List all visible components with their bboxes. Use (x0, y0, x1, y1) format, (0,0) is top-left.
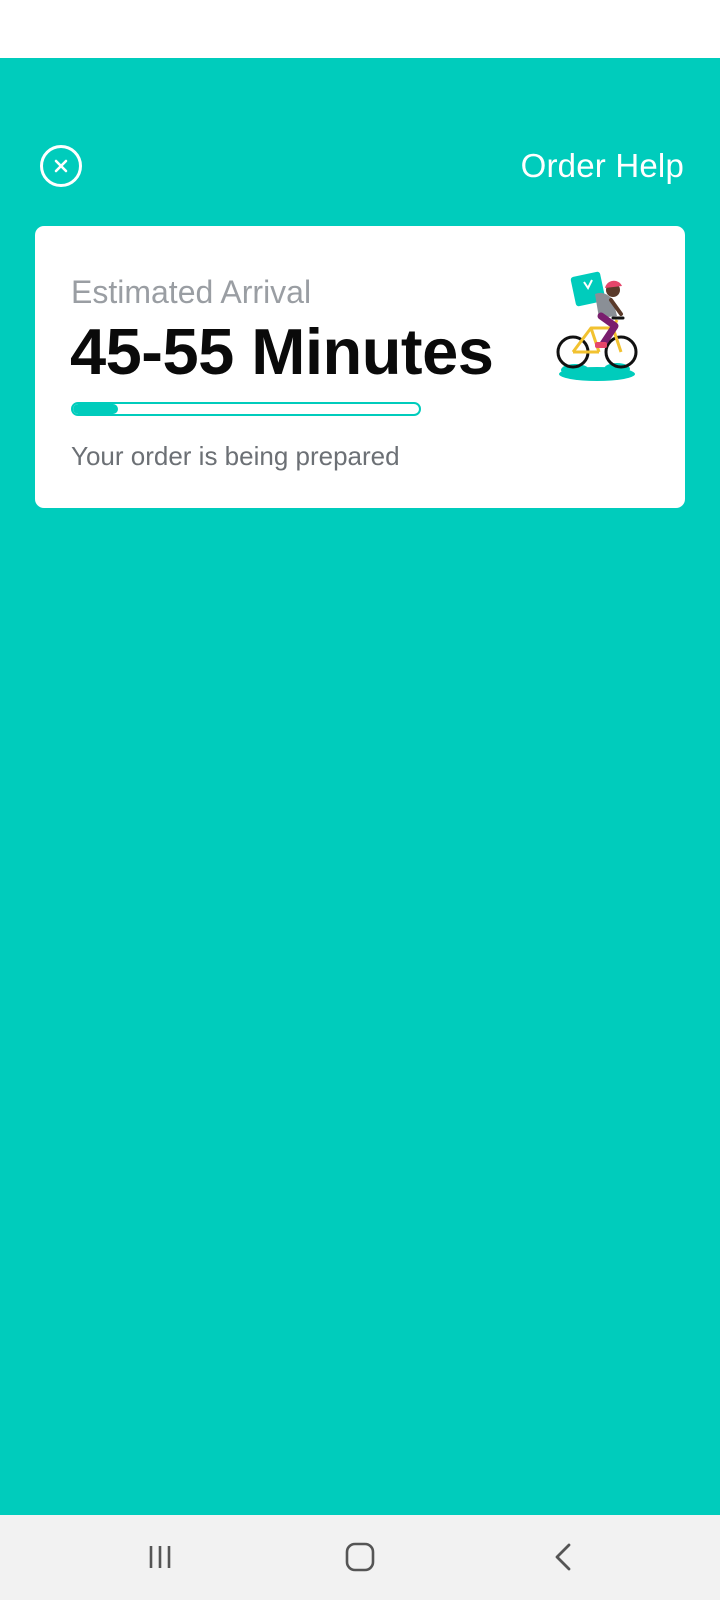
order-status-message: Your order is being prepared (71, 441, 400, 471)
system-navigation-bar (0, 1515, 720, 1600)
rider-on-bicycle-icon (556, 271, 638, 381)
recent-apps-icon[interactable] (130, 1537, 190, 1577)
home-icon[interactable] (330, 1537, 390, 1577)
order-progress-fill (73, 404, 118, 414)
eta-label: Estimated Arrival (71, 274, 312, 310)
close-icon[interactable] (40, 145, 82, 187)
status-bar (0, 0, 720, 58)
estimated-arrival-card: Estimated Arrival 45-55 Minutes Your ord… (35, 226, 685, 508)
eta-value: 45-55 Minutes (70, 315, 494, 388)
back-icon[interactable] (534, 1537, 594, 1577)
order-progress-bar (71, 402, 421, 416)
order-help-link[interactable]: Order Help (521, 146, 684, 186)
